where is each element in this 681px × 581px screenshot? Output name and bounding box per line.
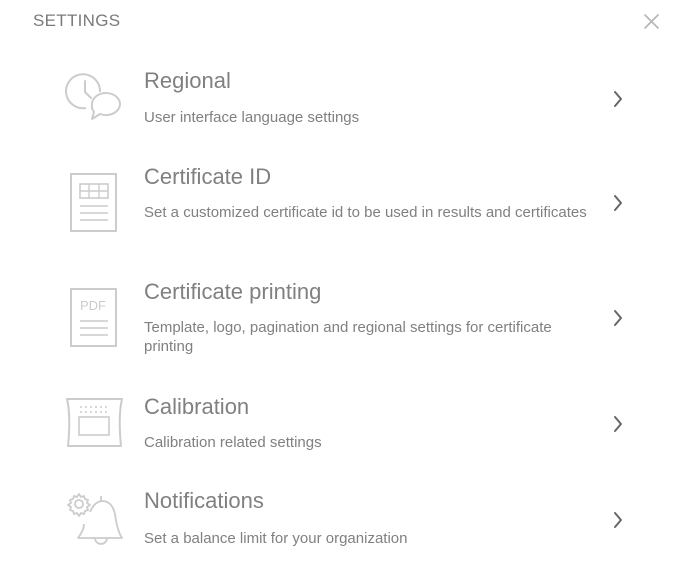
settings-item-regional[interactable]: Regional User interface language setting…	[0, 62, 681, 138]
chevron-right-icon	[610, 89, 626, 109]
pdf-document-icon: PDF	[64, 285, 124, 349]
settings-item-title: Regional	[144, 68, 231, 93]
settings-item-title: Certificate ID	[144, 164, 272, 189]
chevron-right-icon	[610, 510, 626, 530]
settings-item-notifications[interactable]: Notifications Set a balance limit for yo…	[0, 486, 681, 562]
page-title: SETTINGS	[33, 11, 121, 30]
settings-item-description: Set a balance limit for your organizatio…	[144, 530, 408, 547]
close-button[interactable]	[640, 10, 664, 34]
settings-item-description: Calibration related settings	[144, 434, 322, 451]
settings-item-title: Certificate printing	[144, 279, 322, 304]
settings-item-description: Set a customized certificate id to be us…	[144, 204, 587, 221]
chevron-right-icon	[610, 193, 626, 213]
settings-item-description: Template, logo, pagination and regional …	[144, 319, 552, 355]
pdf-icon-label: PDF	[80, 298, 106, 313]
settings-item-certificate-printing[interactable]: PDF Certificate printing Template, logo,…	[0, 275, 681, 365]
calibration-device-icon	[64, 396, 124, 460]
chevron-right-icon	[610, 414, 626, 434]
chevron-right-icon	[610, 308, 626, 328]
clock-chat-icon	[64, 68, 124, 132]
settings-item-description: User interface language settings	[144, 109, 360, 126]
settings-item-title: Calibration	[144, 394, 250, 419]
settings-item-title: Notifications	[144, 488, 264, 513]
settings-item-calibration[interactable]: Calibration Calibration related settings	[0, 390, 681, 466]
settings-item-certificate-id[interactable]: Certificate ID Set a customized certific…	[0, 160, 681, 250]
bell-gear-icon	[64, 490, 124, 554]
close-icon	[644, 14, 659, 29]
certificate-document-icon	[64, 170, 124, 234]
